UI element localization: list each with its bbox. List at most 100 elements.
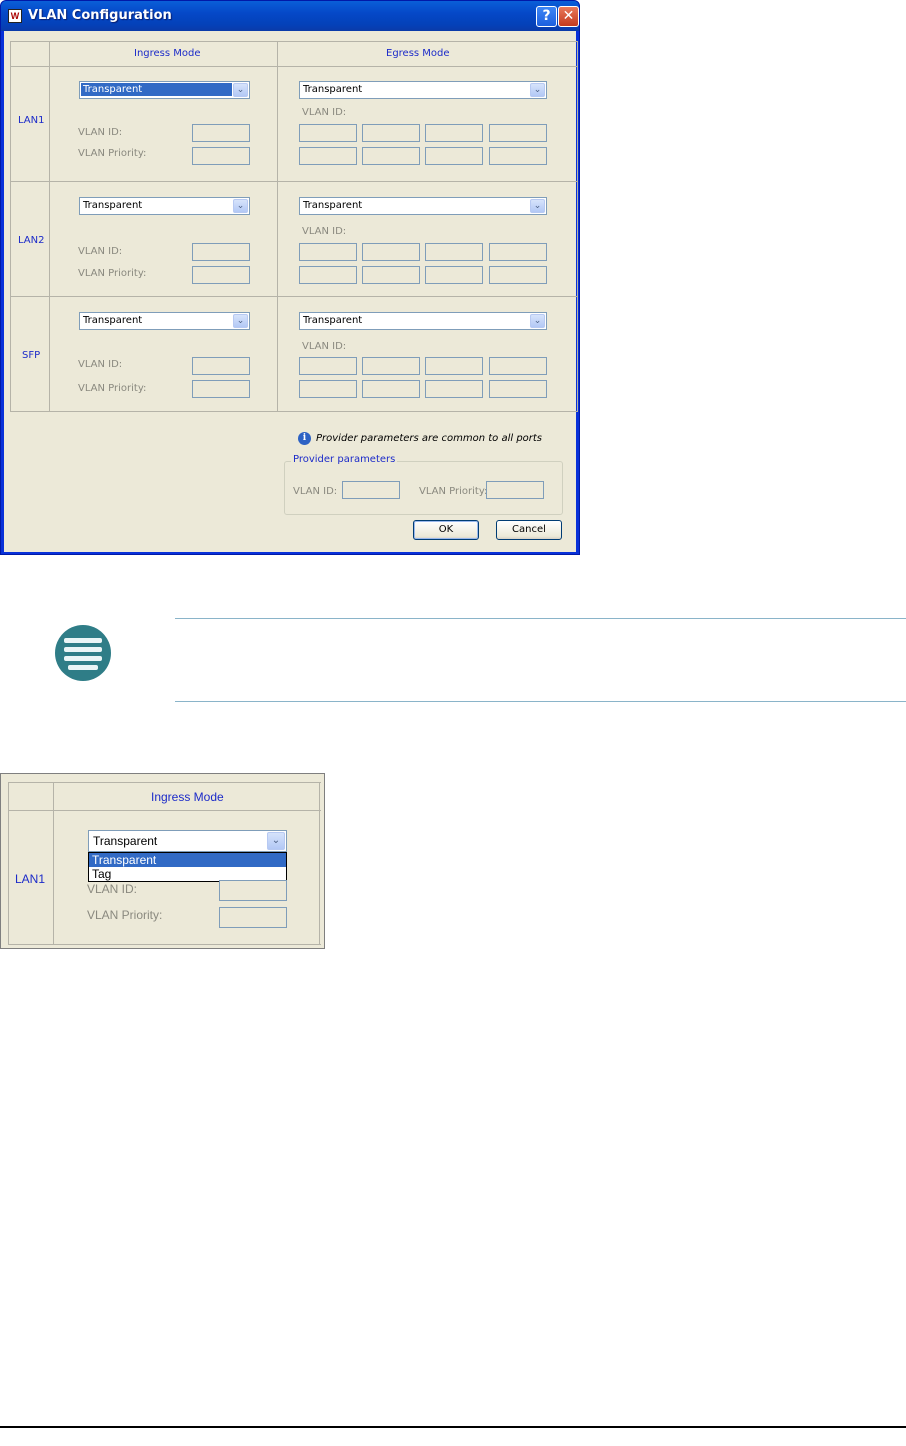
egress-vlan-priority-field[interactable] [362,266,420,284]
ingress-vlan-id-field-lan2[interactable] [192,243,250,261]
option-transparent[interactable]: Transparent [89,853,286,867]
grid-line [8,944,321,945]
ingress-mode-select-lan1[interactable]: Transparent ⌄ [79,81,250,99]
ingress-mode-select-sfp[interactable]: Transparent ⌄ [79,312,250,330]
vlan-priority-field[interactable] [219,907,287,928]
egress-vlan-id-field[interactable] [362,357,420,375]
ok-button[interactable]: OK [413,520,479,540]
select-value: Transparent [93,834,158,848]
egress-vlan-id-field[interactable] [489,243,547,261]
provider-vlan-priority-label: VLAN Priority: [419,486,488,497]
ingress-mode-options-list[interactable]: Transparent Tag [88,852,287,882]
note-icon [55,625,111,681]
ingress-mode-header: Ingress Mode [151,790,224,804]
egress-vlan-priority-field[interactable] [489,147,547,165]
egress-vlan-id-field[interactable] [362,243,420,261]
vlan-id-label: VLAN ID: [78,246,123,257]
close-button[interactable]: ✕ [558,6,579,27]
egress-vlan-priority-field[interactable] [299,266,357,284]
port-label-sfp: SFP [22,350,41,361]
grid-line [10,411,578,412]
note-icon-line [64,656,102,661]
egress-mode-header: Egress Mode [386,48,450,59]
egress-vlan-id-field[interactable] [425,243,483,261]
vlan-id-label: VLAN ID: [78,127,123,138]
egress-vlan-priority-field[interactable] [299,147,357,165]
ingress-mode-dropdown-detail: Ingress Mode LAN1 Transparent ⌄ Transpar… [0,773,325,949]
provider-vlan-priority-field[interactable] [486,481,544,499]
grid-line [8,782,321,783]
egress-vlan-id-label: VLAN ID: [302,107,347,118]
note-icon-line [64,647,102,652]
provider-info-text: Provider parameters are common to all po… [316,433,543,444]
egress-vlan-priority-field[interactable] [362,380,420,398]
vlan-priority-label: VLAN Priority: [87,908,163,922]
grid-line [8,810,321,811]
grid-line [10,296,578,297]
chevron-down-icon[interactable]: ⌄ [233,314,248,328]
egress-vlan-id-field[interactable] [299,243,357,261]
egress-vlan-id-label: VLAN ID: [302,341,347,352]
select-value: Transparent [303,200,363,211]
grid-line [277,41,278,411]
egress-vlan-priority-field[interactable] [425,147,483,165]
select-value: Transparent [81,83,232,96]
egress-vlan-id-label: VLAN ID: [302,226,347,237]
port-label-lan1: LAN1 [18,115,45,126]
note-bottom-rule [175,701,906,702]
grid-line [10,181,578,182]
egress-mode-select-lan2[interactable]: Transparent ⌄ [299,197,547,215]
egress-vlan-id-field[interactable] [362,124,420,142]
port-label-lan1: LAN1 [15,872,46,886]
egress-mode-select-lan1[interactable]: Transparent ⌄ [299,81,547,99]
grid-line [8,782,9,944]
vlan-priority-label: VLAN Priority: [78,148,147,159]
vlan-priority-label: VLAN Priority: [78,383,147,394]
egress-vlan-priority-field[interactable] [425,380,483,398]
ingress-vlan-id-field-sfp[interactable] [192,357,250,375]
egress-vlan-id-field[interactable] [299,124,357,142]
grid-line [49,41,50,411]
egress-vlan-priority-field[interactable] [489,380,547,398]
vlan-priority-label: VLAN Priority: [78,268,147,279]
note-top-rule [175,618,906,619]
egress-vlan-id-field[interactable] [489,124,547,142]
chevron-down-icon[interactable]: ⌄ [530,314,545,328]
app-icon: W [8,9,22,23]
egress-vlan-id-field[interactable] [425,357,483,375]
egress-vlan-priority-field[interactable] [425,266,483,284]
ingress-vlan-id-field-lan1[interactable] [192,124,250,142]
vlan-id-field[interactable] [219,880,287,901]
egress-vlan-id-field[interactable] [299,357,357,375]
egress-vlan-id-field[interactable] [425,124,483,142]
chevron-down-icon[interactable]: ⌄ [530,199,545,213]
grid-line [577,41,578,411]
chevron-down-icon[interactable]: ⌄ [267,832,285,850]
select-value: Transparent [83,200,143,211]
ingress-vlan-priority-field-lan2[interactable] [192,266,250,284]
title-bar[interactable]: W VLAN Configuration ? ✕ [1,1,579,31]
note-icon-line [68,665,98,670]
chevron-down-icon[interactable]: ⌄ [233,199,248,213]
egress-vlan-priority-field[interactable] [299,380,357,398]
ingress-mode-header: Ingress Mode [134,48,201,59]
chevron-down-icon[interactable]: ⌄ [530,83,545,97]
cancel-button[interactable]: Cancel [496,520,562,540]
ingress-vlan-priority-field-lan1[interactable] [192,147,250,165]
ingress-mode-select-open[interactable]: Transparent ⌄ [88,830,287,852]
egress-vlan-priority-field[interactable] [489,266,547,284]
ingress-mode-select-lan2[interactable]: Transparent ⌄ [79,197,250,215]
chevron-down-icon[interactable]: ⌄ [233,83,248,97]
egress-vlan-id-field[interactable] [489,357,547,375]
provider-parameters-legend: Provider parameters [291,454,398,465]
ingress-vlan-priority-field-sfp[interactable] [192,380,250,398]
egress-mode-select-sfp[interactable]: Transparent ⌄ [299,312,547,330]
egress-vlan-priority-field[interactable] [362,147,420,165]
option-tag[interactable]: Tag [89,867,286,881]
help-button[interactable]: ? [536,6,557,27]
vlan-id-label: VLAN ID: [87,882,138,896]
info-icon: i [298,432,311,445]
grid-line [10,66,578,67]
grid-line [53,782,54,944]
provider-vlan-id-field[interactable] [342,481,400,499]
